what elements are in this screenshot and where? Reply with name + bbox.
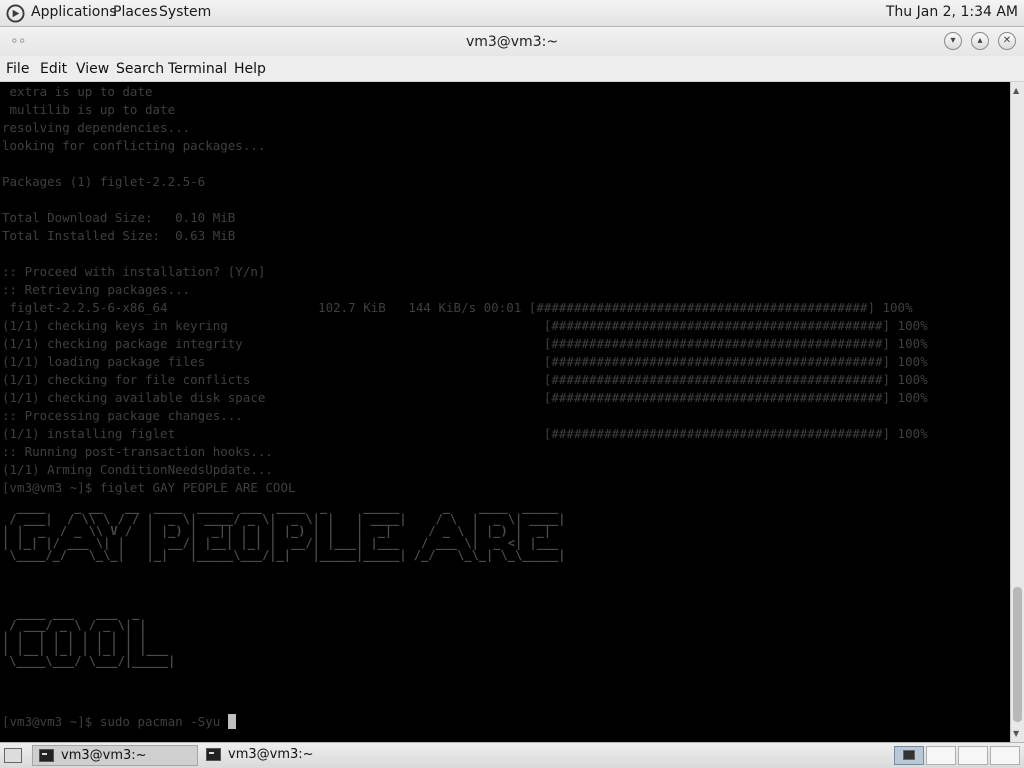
scroll-down-arrow-icon[interactable]: ▼ xyxy=(1013,729,1019,738)
terminal-scrollbar[interactable]: ▲ ▼ xyxy=(1010,82,1024,742)
window-title: vm3@vm3:~ xyxy=(465,34,559,50)
workspace-4[interactable] xyxy=(990,746,1020,765)
taskbar-item-label: vm3@vm3:~ xyxy=(61,748,147,763)
applications-menu[interactable]: Applications xyxy=(31,4,117,20)
close-icon: ✕ xyxy=(1002,35,1012,46)
workspace-2[interactable] xyxy=(926,746,956,765)
prompt-text: [vm3@vm3 ~]$ sudo pacman -Syu xyxy=(2,714,228,729)
taskbar-item[interactable]: vm3@vm3:~ xyxy=(32,745,198,766)
text-cursor xyxy=(227,714,236,729)
workspace-1[interactable] xyxy=(894,746,924,765)
terminal-output: extra is up to date multilib is up to da… xyxy=(2,84,928,495)
scrollbar-thumb[interactable] xyxy=(1013,587,1022,722)
taskbar-item[interactable]: vm3@vm3:~ xyxy=(200,745,366,766)
maximize-button[interactable]: ▴ xyxy=(971,32,989,50)
menu-edit[interactable]: Edit xyxy=(40,61,67,77)
menu-search[interactable]: Search xyxy=(116,61,164,77)
menu-file[interactable]: File xyxy=(6,61,29,77)
bottom-panel: vm3@vm3:~ vm3@vm3:~ xyxy=(0,742,1024,768)
scroll-up-arrow-icon[interactable]: ▲ xyxy=(1013,86,1019,95)
top-panel: Applications Places System Thu Jan 2, 1:… xyxy=(0,0,1024,27)
workspace-3[interactable] xyxy=(958,746,988,765)
places-menu[interactable]: Places xyxy=(113,4,158,20)
figlet-banner-line-2: ____ ___ ___ _ / ___/ _ \ / _ \| | | | |… xyxy=(2,606,176,668)
menu-terminal[interactable]: Terminal xyxy=(168,61,227,77)
menu-help[interactable]: Help xyxy=(234,61,266,77)
terminal-menubar: File Edit View Search Terminal Help xyxy=(0,56,1024,82)
terminal-icon xyxy=(39,749,54,762)
system-menu[interactable]: System xyxy=(159,4,211,20)
chevron-up-icon: ▴ xyxy=(977,35,983,46)
show-desktop-button[interactable] xyxy=(4,748,22,763)
chevron-down-icon: ▾ xyxy=(950,35,956,46)
close-button[interactable]: ✕ xyxy=(998,32,1016,50)
window-thumbnail xyxy=(903,750,915,760)
menu-view[interactable]: View xyxy=(76,61,109,77)
figlet-banner-line-1: ____ _ __ __ ____ _____ ___ ____ _ _____… xyxy=(2,500,566,562)
command-prompt[interactable]: [vm3@vm3 ~]$ sudo pacman -Syu xyxy=(2,713,236,731)
terminal-view[interactable]: extra is up to date multilib is up to da… xyxy=(0,82,1010,742)
terminal-icon xyxy=(206,748,221,761)
window-titlebar[interactable]: ∘∘ vm3@vm3:~ ▾ ▴ ✕ xyxy=(0,27,1024,56)
gnome-foot-icon[interactable] xyxy=(6,4,25,23)
minimize-button[interactable]: ▾ xyxy=(944,32,962,50)
clock[interactable]: Thu Jan 2, 1:34 AM xyxy=(886,4,1018,20)
taskbar-item-label: vm3@vm3:~ xyxy=(228,747,314,762)
